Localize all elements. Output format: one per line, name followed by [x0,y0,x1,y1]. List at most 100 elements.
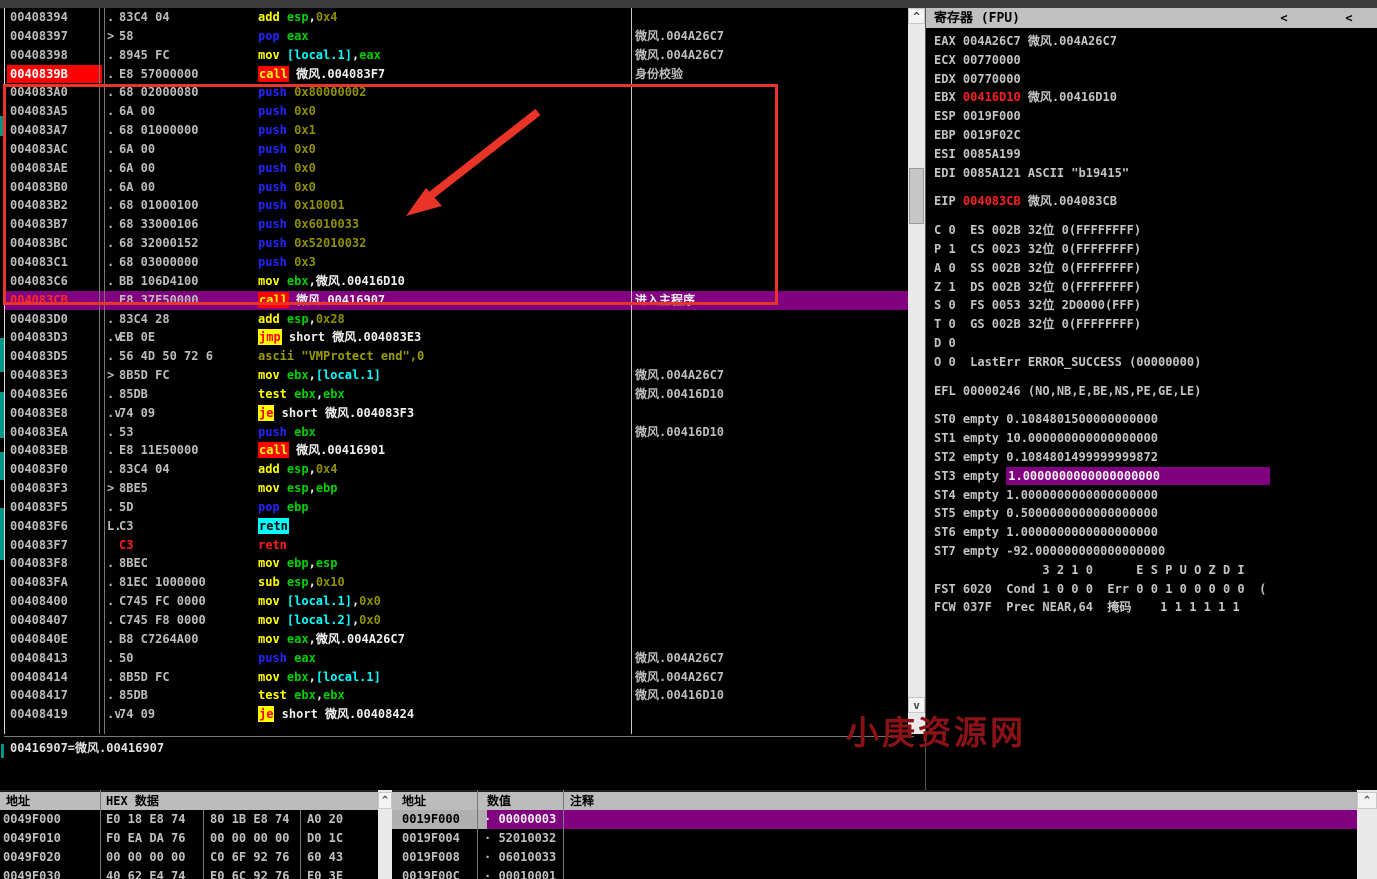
register-line[interactable]: ST1 empty 10.000000000000000000 [934,429,1377,448]
register-line[interactable]: ST3 empty 1.0000000000000000000 [934,467,1377,486]
disasm-row[interactable]: 004083D5.56 4D 50 72 6ascii "VMProtect e… [5,347,909,366]
scroll-up-icon[interactable]: ^ [378,792,392,809]
disasm-row[interactable]: 004083A5.6A 00push 0x0 [5,102,909,121]
disasm-row[interactable]: 00408414.8B5D FCmov ebx,[local.1]微风.004A… [5,668,909,687]
disasm-row[interactable]: 004083EA.53push ebx微风.00416D10 [5,423,909,442]
register-line[interactable]: FCW 037F Prec NEAR,64 掩码 1 1 1 1 1 1 [934,598,1377,617]
opcode-bytes-cell: 85DB [119,686,239,705]
disasm-row[interactable]: 004083A7.68 01000000push 0x1 [5,121,909,140]
disasm-row[interactable]: 00408407.C745 F8 0000mov [local.2],0x0 [5,611,909,630]
register-line[interactable]: ST4 empty 1.0000000000000000000 [934,486,1377,505]
dump-row[interactable]: 0049F000E0 18 E8 7480 1B E8 74A0 20 [0,810,378,829]
disasm-row[interactable]: 00408398.8945 FCmov [local.1],eax微风.004A… [5,46,909,65]
register-line[interactable]: EBX 00416D10 微风.00416D10 [934,88,1377,107]
disasm-row[interactable]: 004083E3>8B5D FCmov ebx,[local.1]微风.004A… [5,366,909,385]
opcode-bytes-cell: 53 [119,423,239,442]
disasm-row[interactable]: 004083FA.81EC 1000000sub esp,0x10 [5,573,909,592]
disasm-row[interactable]: 00408413.50push eax微风.004A26C7 [5,649,909,668]
opcode-bytes-cell: 8B5D FC [119,366,239,385]
disasm-row[interactable]: 004083E8.v74 09je short 微风.004083F3 [5,404,909,423]
register-line[interactable]: A 0 SS 002B 32位 0(FFFFFFFF) [934,259,1377,278]
comment-cell [635,536,907,555]
register-line[interactable]: EDX 00770000 [934,70,1377,89]
hex-dump-panel[interactable]: 地址 HEX 数据 0049F000E0 18 E8 7480 1B E8 74… [0,790,378,879]
disasm-row[interactable]: 004083F6L.C3retn [5,517,909,536]
disasm-row[interactable]: 004083AC.6A 00push 0x0 [5,140,909,159]
disasm-row[interactable]: 0040839B.E8 57000000call 微风.004083F7身份校验 [5,65,909,84]
disasm-row[interactable]: 004083C1.68 03000000push 0x3 [5,253,909,272]
register-line[interactable]: S 0 FS 0053 32位 2D0000(FFF) [934,296,1377,315]
register-line[interactable]: EBP 0019F02C [934,126,1377,145]
instruction-cell: push 0x52010032 [258,234,632,253]
disasm-row[interactable]: 00408394.83C4 04add esp,0x4 [5,8,909,27]
disasm-row[interactable]: 004083F8.8BECmov ebp,esp [5,554,909,573]
opcode-bytes-cell: 81EC 1000000 [119,573,239,592]
instruction-cell: add esp,0x4 [258,8,632,27]
dump-row[interactable]: 0049F02000 00 00 00C0 6F 92 7660 43 [0,848,378,867]
scroll-up-icon[interactable]: ^ [908,8,925,24]
disasm-row[interactable]: 00408419.v74 09je short 微风.00408424 [5,705,909,724]
stack-row[interactable]: 0019F008· 06010033 [392,848,1357,867]
register-line[interactable]: ST7 empty -92.000000000000000000 [934,542,1377,561]
stack-panel[interactable]: 地址 数值 注释 · 000000030019F0000019F004· 520… [392,790,1357,879]
disasm-row[interactable]: 004083CB.E8 37E50000call 微风.00416907进入主程… [5,291,909,310]
register-line[interactable]: ST5 empty 0.5000000000000000000 [934,504,1377,523]
disasm-row[interactable]: 00408397>58pop eax微风.004A26C7 [5,27,909,46]
disasm-row[interactable]: 004083D3.vEB 0Ejmp short 微风.004083E3 [5,328,909,347]
registers-panel[interactable]: 寄存器 (FPU) < < EAX 004A26C7 微风.004A26C7EC… [925,8,1377,790]
register-line[interactable]: ESI 0085A199 [934,145,1377,164]
disassembly-panel[interactable]: 00408394.83C4 04add esp,0x400408397>58po… [4,8,909,734]
scroll-up-icon[interactable]: ^ [1357,792,1377,809]
disasm-row[interactable]: 004083F0.83C4 04add esp,0x4 [5,460,909,479]
dump-row[interactable]: 0049F010F0 EA DA 7600 00 00 00D0 1C [0,829,378,848]
register-line[interactable]: EFL 00000246 (NO,NB,E,BE,NS,PE,GE,LE) [934,382,1377,401]
disasm-scrollbar[interactable]: ^ v [908,8,925,734]
disasm-row[interactable]: 004083EB.E8 11E50000call 微风.00416901 [5,441,909,460]
disasm-row[interactable]: 004083F7C3retn [5,536,909,555]
disasm-row[interactable]: 00408417.85DBtest ebx,ebx微风.00416D10 [5,686,909,705]
stack-scrollbar[interactable]: ^ [1357,790,1377,879]
register-line[interactable]: Z 1 DS 002B 32位 0(FFFFFFFF) [934,278,1377,297]
register-line[interactable]: ECX 00770000 [934,51,1377,70]
dump-scrollbar[interactable]: ^ [378,790,392,879]
stack-row[interactable]: 0019F00C· 00010001 [392,867,1357,879]
disasm-row[interactable]: 004083B7.68 33000106push 0x6010033 [5,215,909,234]
register-line[interactable]: 3 2 1 0 E S P U O Z D I [934,561,1377,580]
register-line[interactable]: EIP 004083CB 微风.004083CB [934,192,1377,211]
disasm-row[interactable]: 004083F5.5Dpop ebp [5,498,909,517]
register-line[interactable]: P 1 CS 0023 32位 0(FFFFFFFF) [934,240,1377,259]
disasm-row[interactable]: 004083E6.85DBtest ebx,ebx微风.00416D10 [5,385,909,404]
address-cell: 004083D5 [7,347,102,366]
register-line[interactable]: O 0 LastErr ERROR_SUCCESS (00000000) [934,353,1377,372]
disasm-row[interactable]: 004083BC.68 32000152push 0x52010032 [5,234,909,253]
disasm-row[interactable]: 004083B0.6A 00push 0x0 [5,178,909,197]
disasm-row[interactable]: 004083C6.BB 106D4100mov ebx,微风.00416D10 [5,272,909,291]
register-line[interactable]: D 0 [934,334,1377,353]
stack-row[interactable]: · 000000030019F000 [392,810,1357,829]
stack-row[interactable]: 0019F004· 52010032 [392,829,1357,848]
dump-row[interactable]: 0049F03040 62 E4 74E0 6C 92 76E0 3E [0,867,378,879]
register-line[interactable]: FST 6020 Cond 1 0 0 0 Err 0 0 1 0 0 0 0 … [934,580,1377,599]
comment-cell: 微风.004A26C7 [635,366,907,385]
scroll-down-icon[interactable]: v [908,697,925,713]
comment-cell [635,140,907,159]
disasm-row[interactable]: 0040840E.B8 C7264A00mov eax,微风.004A26C7 [5,630,909,649]
register-line[interactable]: C 0 ES 002B 32位 0(FFFFFFFF) [934,221,1377,240]
comment-cell [635,404,907,423]
register-line[interactable]: ST0 empty 0.1084801500000000000 [934,410,1377,429]
collapse-left-icon[interactable]: < [1339,8,1359,28]
disasm-row[interactable]: 004083AE.6A 00push 0x0 [5,159,909,178]
disasm-row[interactable]: 00408400.C745 FC 0000mov [local.1],0x0 [5,592,909,611]
disasm-row[interactable]: 004083F3>8BE5mov esp,ebp [5,479,909,498]
register-line[interactable]: ST6 empty 1.0000000000000000000 [934,523,1377,542]
register-line[interactable]: ST2 empty 0.1084801499999999872 [934,448,1377,467]
collapse-left-icon[interactable]: < [1274,8,1294,28]
register-line[interactable]: ESP 0019F000 [934,107,1377,126]
scrollbar-thumb[interactable] [909,168,924,224]
disasm-row[interactable]: 004083A0.68 02000080push 0x80000002 [5,83,909,102]
disasm-row[interactable]: 004083D0.83C4 28add esp,0x28 [5,310,909,329]
register-line[interactable]: EAX 004A26C7 微风.004A26C7 [934,32,1377,51]
register-line[interactable]: T 0 GS 002B 32位 0(FFFFFFFF) [934,315,1377,334]
disasm-row[interactable]: 004083B2.68 01000100push 0x10001 [5,196,909,215]
register-line[interactable]: EDI 0085A121 ASCII "b19415" [934,164,1377,183]
